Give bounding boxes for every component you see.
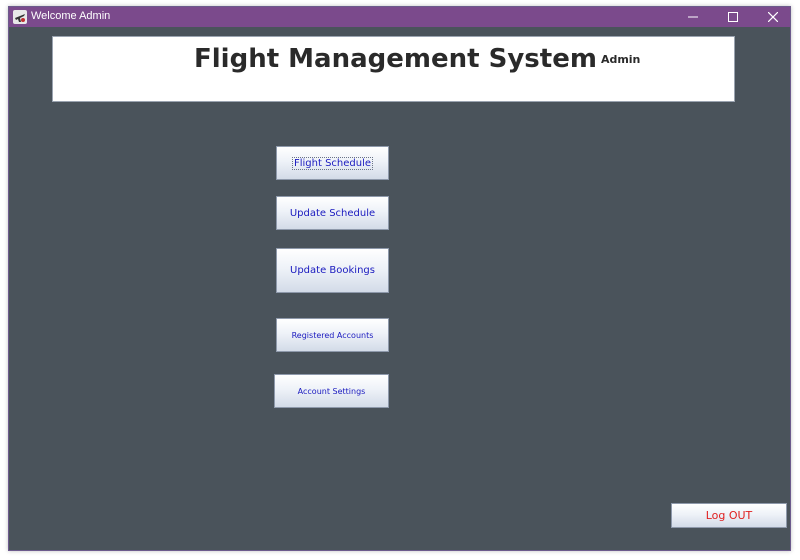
role-label: Admin [600,53,641,66]
account-settings-label: Account Settings [297,386,366,396]
logout-label: Log OUT [705,509,753,522]
maximize-icon [728,12,738,22]
window-title: Welcome Admin [31,10,111,22]
title-bar[interactable]: Welcome Admin [9,7,790,27]
minimize-button[interactable] [673,7,713,27]
flight-schedule-button[interactable]: Flight Schedule [276,146,389,180]
close-icon [768,12,778,22]
account-settings-button[interactable]: Account Settings [274,374,389,408]
header-panel: Flight Management System Admin [52,36,735,102]
registered-accounts-button[interactable]: Registered Accounts [276,318,389,352]
logout-button[interactable]: Log OUT [671,503,787,528]
update-bookings-label: Update Bookings [290,265,375,276]
close-button[interactable] [753,7,793,27]
header-heading: Flight Management System Admin [194,44,640,74]
update-schedule-button[interactable]: Update Schedule [276,196,389,230]
airplane-app-icon [13,9,27,24]
page-title: Flight Management System [194,44,597,74]
update-bookings-button[interactable]: Update Bookings [276,248,389,293]
flight-schedule-label: Flight Schedule [291,156,374,170]
main-window: Welcome Admin Flight Management System Ad… [8,6,791,551]
maximize-button[interactable] [713,7,753,27]
update-schedule-label: Update Schedule [289,207,376,219]
minimize-icon [688,12,698,22]
registered-accounts-label: Registered Accounts [291,330,374,340]
